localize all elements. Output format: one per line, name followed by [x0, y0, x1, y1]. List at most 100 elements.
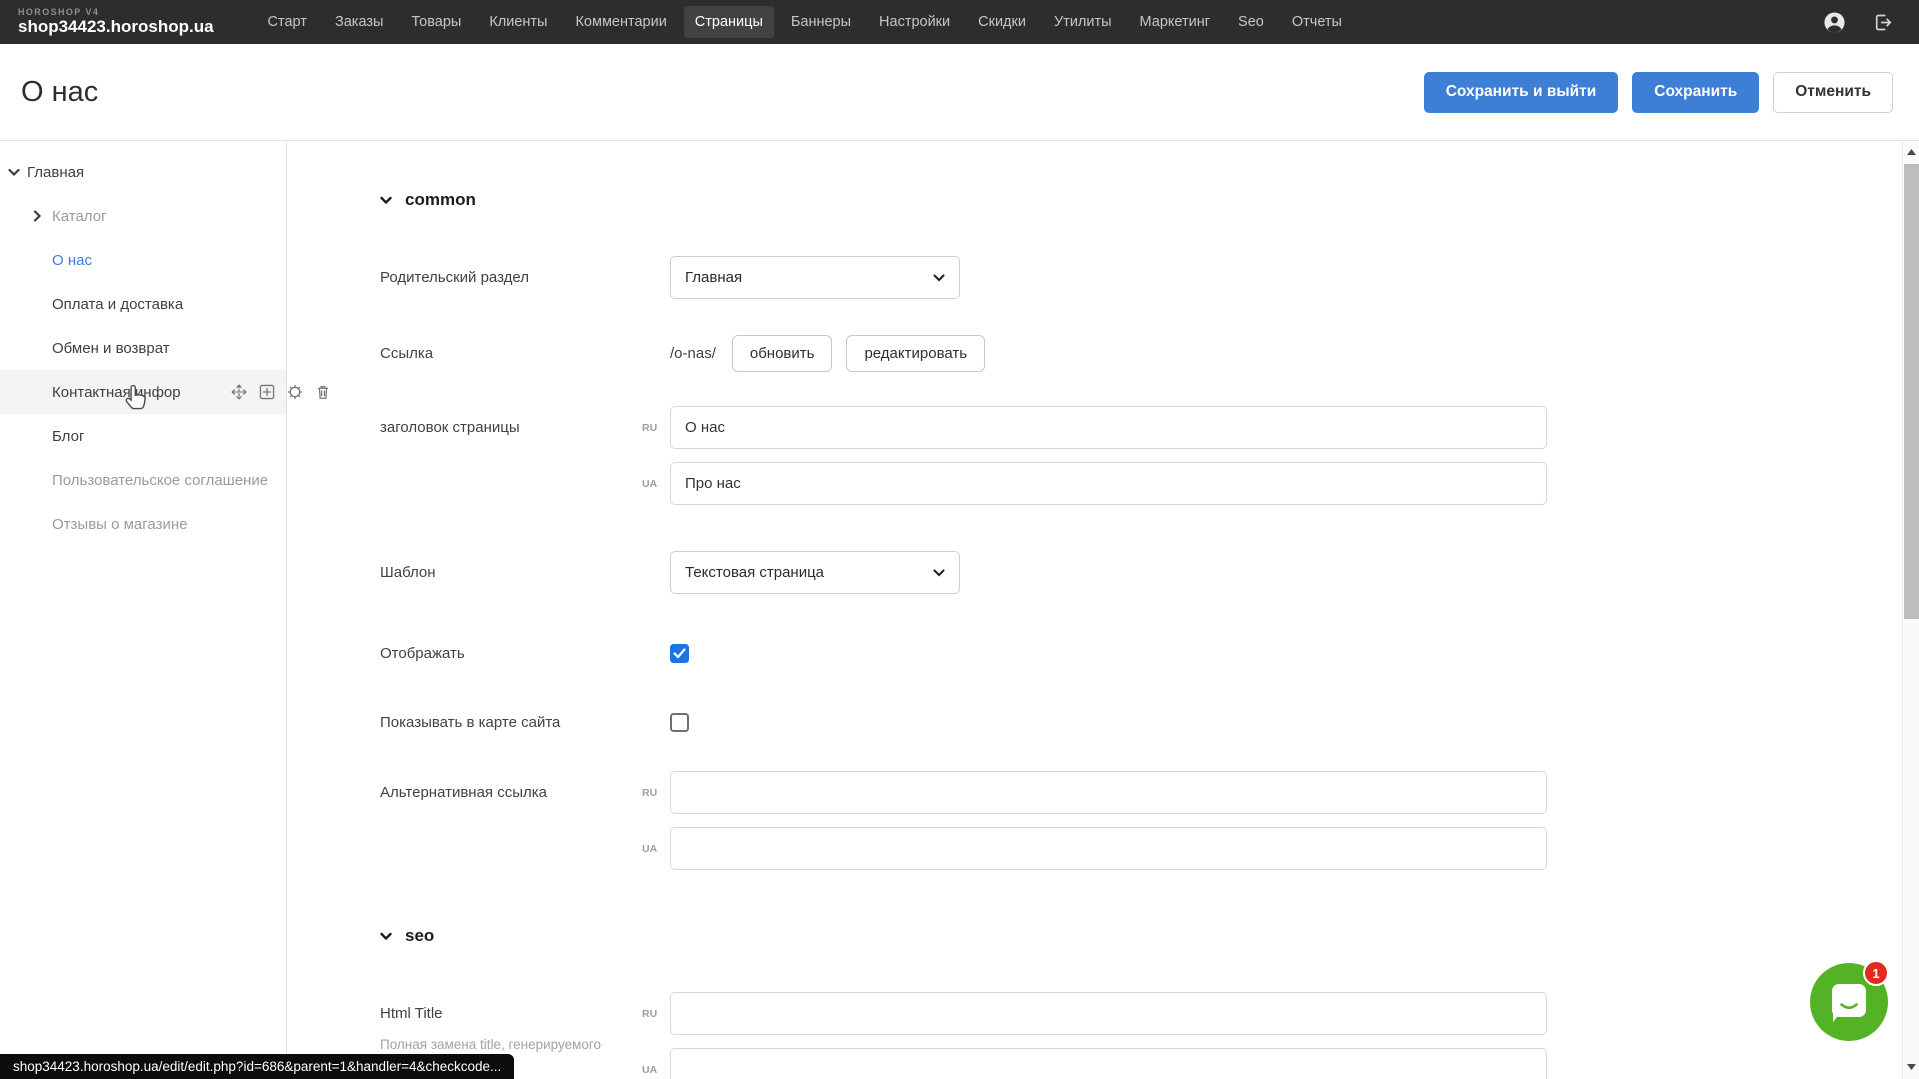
sidebar-item-actions [230, 370, 332, 414]
page-title: О нас [21, 76, 98, 109]
topnav-item[interactable]: Страницы [684, 6, 774, 38]
alt-link-label: Альтернативная ссылка [380, 771, 670, 814]
delete-icon[interactable] [314, 383, 332, 401]
topnav-item[interactable]: Баннеры [780, 6, 862, 38]
scroll-down-arrow-icon[interactable] [1903, 1059, 1919, 1075]
section-common-title: common [405, 190, 476, 210]
topnav-item[interactable]: Клиенты [478, 6, 558, 38]
sitemap-row: Показывать в карте сайта [380, 713, 1902, 732]
topnav-item[interactable]: Утилиты [1043, 6, 1123, 38]
section-common-header[interactable]: common [380, 190, 1902, 210]
parent-section-row: Родительский раздел Главная [380, 256, 1902, 299]
save-button[interactable]: Сохранить [1632, 72, 1759, 113]
page-tree: Главная Каталог О нас Оплата и доставка Обме… [0, 142, 286, 546]
sidebar-item[interactable]: Обмен и возврат [0, 326, 286, 370]
status-url-bar: shop34423.horoshop.ua/edit/edit.php?id=6… [0, 1054, 514, 1079]
settings-icon[interactable] [286, 383, 304, 401]
parent-section-value: Главная [685, 269, 742, 286]
link-refresh-button[interactable]: обновить [732, 335, 833, 372]
alt-link-row: Альтернативная ссылка RU UA [380, 771, 1902, 870]
topnav-item[interactable]: Настройки [868, 6, 961, 38]
html-title-label: Html Title Полная замена title, генериру… [380, 992, 670, 1055]
sidebar-item-label: О нас [52, 252, 92, 269]
sitemap-checkbox[interactable] [670, 713, 689, 732]
chat-widget-button[interactable]: 1 [1810, 963, 1888, 1041]
topnav-item[interactable]: Заказы [324, 6, 394, 38]
topnav-item[interactable]: Отчеты [1281, 6, 1353, 38]
html-title-hint: Полная замена title, генерируемого [380, 1035, 680, 1055]
topbar: HOROSHOP V4 shop34423.horoshop.ua СтартЗ… [0, 0, 1919, 44]
parent-section-select[interactable]: Главная [670, 256, 960, 299]
sidebar-item-label: Контактная инфор [52, 384, 181, 401]
scrollbar-thumb[interactable] [1904, 164, 1919, 619]
sidebar-item-label: Отзывы о магазине [52, 516, 187, 533]
topnav-item[interactable]: Seo [1227, 6, 1275, 38]
move-icon[interactable] [230, 383, 248, 401]
link-label: Ссылка [380, 345, 670, 362]
link-row: Ссылка /o-nas/ обновить редактировать [380, 335, 1902, 372]
save-exit-button[interactable]: Сохранить и выйти [1424, 72, 1619, 113]
sitemap-label: Показывать в карте сайта [380, 714, 670, 731]
html-title-row: Html Title Полная замена title, генериру… [380, 992, 1902, 1079]
lang-ru-badge: RU [642, 1008, 657, 1020]
logo[interactable]: HOROSHOP V4 shop34423.horoshop.ua [18, 8, 214, 35]
alt-link-ru-input[interactable] [670, 771, 1547, 814]
html-title-ru-input[interactable] [670, 992, 1547, 1035]
sidebar: Главная Каталог О нас Оплата и доставка Обме… [0, 142, 287, 1079]
template-value: Текстовая страница [685, 564, 824, 581]
chevron-down-icon[interactable] [8, 168, 27, 177]
chevron-down-icon [380, 932, 392, 941]
template-label: Шаблон [380, 564, 670, 581]
scroll-up-arrow-icon[interactable] [1903, 144, 1919, 160]
page-title-ua-input[interactable] [670, 462, 1547, 505]
link-edit-button[interactable]: редактировать [846, 335, 985, 372]
lang-ua-badge: UA [642, 843, 657, 855]
lang-ru-badge: RU [642, 787, 657, 799]
chevron-down-icon [933, 569, 945, 577]
display-label: Отображать [380, 645, 670, 662]
sidebar-item-label: Блог [52, 428, 84, 445]
template-select[interactable]: Текстовая страница [670, 551, 960, 594]
topnav-item[interactable]: Старт [257, 6, 318, 38]
chevron-down-icon [380, 196, 392, 205]
alt-link-ua-input[interactable] [670, 827, 1547, 870]
lang-ua-badge: UA [642, 1064, 657, 1076]
logout-icon[interactable] [1872, 12, 1893, 33]
page-title-label: заголовок страницы [380, 406, 670, 449]
topnav-item[interactable]: Скидки [967, 6, 1037, 38]
sidebar-item[interactable]: Главная [0, 150, 286, 194]
topnav-item[interactable]: Комментарии [564, 6, 677, 38]
html-title-ua-input[interactable] [670, 1048, 1547, 1079]
sidebar-item[interactable]: Блог [0, 414, 286, 458]
sidebar-item[interactable]: Оплата и доставка [0, 282, 286, 326]
account-icon[interactable] [1823, 11, 1846, 34]
sidebar-item-label: Каталог [52, 208, 107, 225]
main-content: common Родительский раздел Главная Ссылк… [288, 142, 1902, 1079]
section-seo-header[interactable]: seo [380, 926, 1902, 946]
page-title-ru-input[interactable] [670, 406, 1547, 449]
sidebar-item[interactable]: Отзывы о магазине [0, 502, 286, 546]
chat-bubble-icon [1828, 981, 1870, 1023]
topnav-item[interactable]: Маркетинг [1129, 6, 1222, 38]
topnav-item[interactable]: Товары [400, 6, 472, 38]
chevron-right-icon[interactable] [33, 210, 52, 222]
vertical-scrollbar[interactable] [1902, 142, 1919, 1079]
link-value: /o-nas/ [670, 345, 716, 362]
add-icon[interactable] [258, 383, 276, 401]
sidebar-item[interactable]: Каталог [0, 194, 286, 238]
sidebar-item-label: Обмен и возврат [52, 340, 170, 357]
chat-notification-badge: 1 [1863, 960, 1889, 986]
sidebar-item[interactable]: Пользовательское соглашение [0, 458, 286, 502]
sidebar-item[interactable]: Контактная инфор [0, 370, 286, 414]
display-row: Отображать [380, 644, 1902, 663]
cancel-button[interactable]: Отменить [1773, 72, 1893, 113]
sidebar-item[interactable]: О нас [0, 238, 286, 282]
display-checkbox[interactable] [670, 644, 689, 663]
page-title-row: заголовок страницы RU UA [380, 406, 1902, 505]
lang-ua-badge: UA [642, 478, 657, 490]
section-seo-title: seo [405, 926, 434, 946]
sidebar-item-label: Пользовательское соглашение [52, 472, 268, 489]
sidebar-item-label: Оплата и доставка [52, 296, 183, 313]
template-row: Шаблон Текстовая страница [380, 551, 1902, 594]
logo-domain: shop34423.horoshop.ua [18, 18, 214, 36]
